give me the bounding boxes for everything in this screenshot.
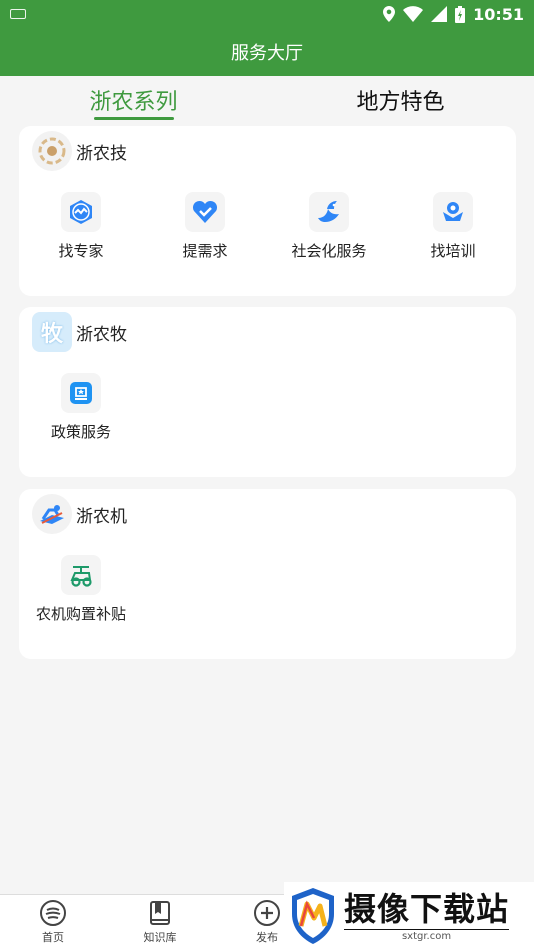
section-card-zhenongmu: 牧 浙农牧 政策服务 [19, 307, 516, 477]
home-icon [40, 900, 66, 926]
service-find-expert[interactable]: 找专家 [19, 192, 143, 261]
keyboard-icon [10, 9, 26, 19]
service-social-services[interactable]: 社会化服务 [267, 192, 391, 261]
watermark-overlay: 摄像下载站 sxtgr.com [284, 882, 534, 950]
zhenongji-logo-icon [32, 131, 72, 171]
service-label: 提需求 [182, 242, 228, 260]
service-label: 社会化服务 [291, 242, 367, 260]
heart-check-icon [185, 192, 225, 232]
section-header: 浙农机 [19, 489, 516, 539]
app-bar: 服务大厅 [0, 28, 534, 76]
zhenongji-machinery-logo-icon [32, 494, 72, 534]
tab-bar: 浙农系列 地方特色 [0, 76, 534, 124]
battery-icon [455, 5, 466, 23]
nav-knowledge-base[interactable]: 知识库 [130, 899, 190, 945]
watermark-url: sxtgr.com [344, 928, 510, 942]
bird-icon [309, 192, 349, 232]
service-submit-request[interactable]: 提需求 [143, 192, 267, 261]
service-find-training[interactable]: 找培训 [391, 192, 515, 261]
service-label: 农机购置补贴 [35, 605, 126, 623]
service-label: 找培训 [430, 242, 476, 260]
service-label: 找专家 [58, 242, 104, 260]
wifi-icon [403, 6, 424, 22]
section-title: 浙农机 [76, 506, 127, 527]
nav-label: 知识库 [143, 931, 177, 944]
page-title: 服务大厅 [231, 43, 303, 64]
service-label: 政策服务 [50, 423, 111, 441]
section-header: 牧 浙农牧 [19, 307, 516, 357]
status-icons: 10:51 [383, 5, 524, 24]
status-time: 10:51 [473, 4, 524, 24]
service-grid: 找专家 提需求 社会化服务 找培训 [19, 176, 516, 261]
book-icon [150, 901, 170, 925]
nav-home[interactable]: 首页 [23, 899, 83, 945]
training-icon [433, 192, 473, 232]
service-machinery-subsidy[interactable]: 农机购置补贴 [19, 555, 143, 624]
policy-icon [61, 373, 101, 413]
section-header: 浙农技 [19, 126, 516, 176]
nav-label: 首页 [42, 931, 64, 944]
section-title: 浙农牧 [76, 324, 127, 345]
section-card-zhenongji-machinery: 浙农机 农机购置补贴 [19, 489, 516, 659]
tractor-icon [61, 555, 101, 595]
section-title: 浙农技 [76, 143, 127, 164]
service-policy[interactable]: 政策服务 [19, 373, 143, 442]
section-card-zhenongji: 浙农技 找专家 提需求 社会化服务 找培训 [19, 126, 516, 296]
status-bar: 10:51 [0, 0, 534, 28]
location-icon [383, 6, 396, 22]
expert-icon [61, 192, 101, 232]
watermark-title: 摄像下载站 [344, 889, 510, 928]
service-grid: 农机购置补贴 [19, 539, 516, 624]
shield-logo-icon [292, 888, 334, 944]
tab-zhenong-series[interactable]: 浙农系列 [0, 76, 267, 124]
plus-circle-icon [254, 900, 280, 926]
signal-icon [431, 6, 448, 22]
nav-label: 发布 [256, 931, 278, 944]
tab-local-features[interactable]: 地方特色 [267, 76, 534, 124]
zhenongmu-logo-icon: 牧 [32, 312, 72, 352]
service-grid: 政策服务 [19, 357, 516, 442]
